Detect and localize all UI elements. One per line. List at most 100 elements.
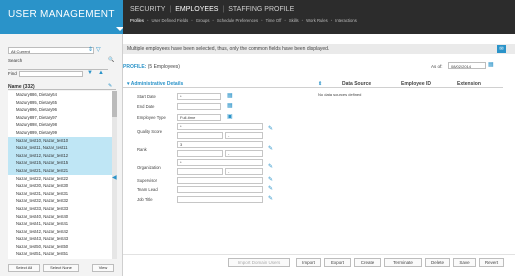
- sort-icon[interactable]: ⇕: [88, 47, 93, 53]
- employee-list-item[interactable]: Nazar_test11, Nazar_test11: [8, 144, 112, 152]
- collapse-panel-icon[interactable]: ◀: [112, 174, 117, 181]
- action-toolbar: Import Domain Users Import Export Create…: [123, 254, 515, 276]
- quality-score-sub-field-2[interactable]: -: [225, 132, 263, 139]
- subnav-work-rules[interactable]: Work Rules: [306, 18, 328, 23]
- search-icon[interactable]: 🔍: [108, 58, 114, 63]
- search-input[interactable]: [8, 65, 108, 70]
- col-extension[interactable]: Extension: [457, 81, 481, 87]
- edit-list-icon[interactable]: ✎: [108, 84, 112, 89]
- import-button[interactable]: Import: [296, 258, 321, 267]
- quality-score-label: Quality Score: [137, 129, 163, 134]
- as-of-date-input[interactable]: 08/02/2014: [448, 62, 486, 69]
- employee-list-item[interactable]: Nazar_test30, Nazar_test30: [8, 182, 112, 190]
- administrative-details-header[interactable]: ▾ Administrative Details: [123, 80, 313, 88]
- quality-score-edit-icon[interactable]: ✎: [268, 125, 273, 132]
- employee-list-item[interactable]: Nazar_test33, Nazar_test33: [8, 205, 112, 213]
- filter-icon[interactable]: ▽: [96, 47, 101, 53]
- employee-list-item[interactable]: Nazar_test21, Nazar_test21: [8, 166, 112, 175]
- as-of-label: As of:: [431, 64, 443, 69]
- employee-list-item[interactable]: Mazury897, Dietary97: [8, 114, 112, 122]
- employee-list-item[interactable]: Mazury895, Dietary65: [8, 99, 112, 107]
- subnav-profiles[interactable]: Profiles: [130, 18, 144, 23]
- nav-security[interactable]: SECURITY: [130, 6, 165, 13]
- employee-list-item[interactable]: Mazury898, Dietary98: [8, 121, 112, 129]
- name-column-header[interactable]: Name (332): [8, 84, 116, 90]
- col-data-source[interactable]: Data Source: [342, 81, 371, 87]
- employee-list-item[interactable]: Nazar_test41, Nazar_test41: [8, 220, 112, 228]
- sort-column-icon[interactable]: ⇕: [318, 81, 322, 87]
- chat-icon[interactable]: ✉: [497, 45, 506, 53]
- rank-edit-icon[interactable]: ✎: [268, 145, 273, 152]
- find-label: Find: [8, 71, 17, 76]
- employee-list-item[interactable]: Nazar_test40, Nazar_test40: [8, 213, 112, 221]
- employee-list-item[interactable]: Nazar_test10, Nazar_test10: [8, 136, 112, 145]
- employee-list-item[interactable]: Nazar_test42, Nazar_test42: [8, 228, 112, 236]
- job-title-edit-icon[interactable]: ✎: [268, 195, 273, 202]
- subnav-schedule-preferences[interactable]: Schedule Preferences: [217, 18, 258, 23]
- employee-list-item[interactable]: Mazury899, Dietary99: [8, 129, 112, 137]
- organization-field[interactable]: *: [177, 159, 263, 166]
- rank-sub-field-2[interactable]: -: [225, 150, 263, 157]
- profile-title: PROFILE: (5 Employees): [123, 64, 180, 70]
- employee-list-item[interactable]: Nazar_test12, Nazar_test12: [8, 151, 112, 160]
- select-none-button[interactable]: Select None: [43, 264, 79, 272]
- subnav-groups[interactable]: Groups: [196, 18, 210, 23]
- save-button[interactable]: Save: [453, 258, 476, 267]
- organization-sub-field-2[interactable]: -: [225, 168, 263, 175]
- employee-list-item[interactable]: Mazury896, Dietary96: [8, 106, 112, 114]
- employee-list-item[interactable]: Nazar_test22, Nazar_test22: [8, 175, 112, 183]
- selection-message: Multiple employees have been selected, t…: [127, 46, 330, 52]
- team-lead-edit-icon[interactable]: ✎: [268, 185, 273, 192]
- subnav-skills[interactable]: Skills: [289, 18, 299, 23]
- employee-list-item[interactable]: Nazar_test51, Nazar_test51: [8, 250, 112, 258]
- calendar-icon[interactable]: ▦: [488, 61, 494, 68]
- no-data-message: No data sources defined: [318, 92, 362, 97]
- find-input[interactable]: [19, 71, 83, 77]
- supervisor-field[interactable]: [177, 177, 263, 184]
- end-date-field[interactable]: [177, 103, 221, 110]
- employee-list-item[interactable]: Nazar_test15, Nazar_test15: [8, 159, 112, 167]
- delete-button[interactable]: Delete: [425, 258, 450, 267]
- nav-employees[interactable]: EMPLOYEES: [175, 6, 218, 13]
- end-date-calendar-icon[interactable]: ▦: [227, 103, 233, 109]
- start-date-calendar-icon[interactable]: ▦: [227, 93, 233, 99]
- employee-filter-select[interactable]: All Current: [8, 47, 94, 54]
- employee-type-label: Employee Type: [137, 115, 166, 120]
- nav-staffing-profile[interactable]: STAFFING PROFILE: [228, 6, 294, 13]
- employee-list-item[interactable]: Mazury886, Dietary64: [8, 91, 112, 99]
- employee-list-item[interactable]: Nazar_test31, Nazar_test31: [8, 190, 112, 198]
- section-title: ▾ Administrative Details: [127, 81, 184, 87]
- employee-type-info-icon[interactable]: ▣: [227, 114, 233, 120]
- col-employee-id[interactable]: Employee ID: [401, 81, 431, 87]
- subnav-interactions[interactable]: Interactions: [335, 18, 357, 23]
- quality-score-sub-field[interactable]: [177, 132, 223, 139]
- organization-sub-field[interactable]: [177, 168, 223, 175]
- terminate-button[interactable]: Terminate: [384, 258, 422, 267]
- organization-label: Organization: [137, 165, 161, 170]
- rank-field[interactable]: 3: [177, 141, 263, 148]
- employee-list-item[interactable]: Nazar_test32, Nazar_test32: [8, 197, 112, 205]
- create-button[interactable]: Create: [354, 258, 381, 267]
- select-all-button[interactable]: Select All: [8, 264, 40, 272]
- employee-type-select[interactable]: Full-time: [177, 114, 221, 121]
- export-button[interactable]: Export: [324, 258, 351, 267]
- organization-edit-icon[interactable]: ✎: [268, 163, 273, 170]
- job-title-field[interactable]: [177, 196, 263, 203]
- import-domain-users-button[interactable]: Import Domain Users: [228, 258, 290, 267]
- employee-list-item[interactable]: Nazar_test50, Nazar_test50: [8, 243, 112, 251]
- start-date-field[interactable]: *: [177, 93, 221, 100]
- team-lead-field[interactable]: [177, 186, 263, 193]
- list-scroll-thumb[interactable]: [112, 91, 117, 117]
- subnav-user-defined-fields[interactable]: User Defined Fields: [151, 18, 188, 23]
- sub-nav: Profiles • User Defined Fields • Groups • S…: [130, 18, 357, 23]
- quality-score-field[interactable]: *: [177, 123, 263, 130]
- subnav-time-off[interactable]: Time Off: [266, 18, 282, 23]
- find-next-icon[interactable]: ▼: [87, 70, 93, 76]
- find-previous-icon[interactable]: ▲: [98, 70, 104, 76]
- supervisor-edit-icon[interactable]: ✎: [268, 176, 273, 183]
- employee-list-item[interactable]: Nazar_test43, Nazar_test43: [8, 235, 112, 243]
- rank-sub-field[interactable]: [177, 150, 223, 157]
- view-button[interactable]: View: [92, 264, 114, 272]
- revert-button[interactable]: Revert: [479, 258, 504, 267]
- end-date-label: End Date: [137, 104, 155, 109]
